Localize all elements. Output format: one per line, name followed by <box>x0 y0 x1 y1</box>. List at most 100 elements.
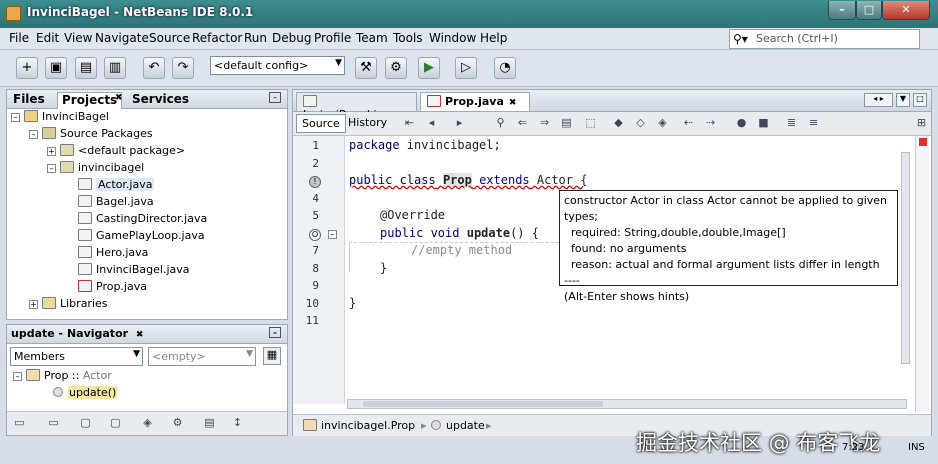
error-icon[interactable]: ! <box>309 176 321 188</box>
fqn-icon[interactable]: ⚙ <box>169 415 186 432</box>
back-icon[interactable]: ◂ <box>423 115 440 132</box>
shift-left-icon[interactable]: ⇠ <box>680 115 697 132</box>
open-project-icon[interactable]: ▤ <box>75 57 97 79</box>
new-project-icon[interactable]: ▣ <box>45 57 67 79</box>
menu-file[interactable]: File <box>6 31 32 45</box>
breadcrumb-class[interactable]: invincibagel.Prop <box>303 419 415 432</box>
navigator-method-item[interactable]: update() <box>53 386 118 403</box>
search-input[interactable]: ⚲▾ Search (Ctrl+I) <box>729 29 920 49</box>
filter-methods-icon[interactable]: ▭ <box>45 415 62 432</box>
tab-services[interactable]: Services <box>128 92 193 109</box>
filter-inherited-icon[interactable]: ◈ <box>139 415 156 432</box>
clean-build-icon[interactable]: ⚙ <box>385 57 407 79</box>
filter-inner-icon[interactable]: ▢ <box>107 415 124 432</box>
minimize-panel-icon[interactable]: – <box>269 327 281 338</box>
stop-macro-icon[interactable]: ■ <box>755 115 772 132</box>
menu-debug[interactable]: Debug <box>269 31 314 45</box>
menu-profile[interactable]: Profile <box>311 31 354 45</box>
previous-bookmark-icon[interactable]: ◆ <box>610 115 627 132</box>
source-tab[interactable]: Source <box>296 114 346 133</box>
save-all-icon[interactable]: ▥ <box>104 57 126 79</box>
build-icon[interactable]: ⚒ <box>355 57 377 79</box>
maximize-editor-icon[interactable]: □ <box>913 93 927 107</box>
shift-right-icon[interactable]: ⇢ <box>702 115 719 132</box>
redo-icon[interactable]: ↷ <box>172 57 194 79</box>
close-icon[interactable]: ✖ <box>115 93 123 103</box>
tree-item-file[interactable]: Prop.java <box>11 280 281 297</box>
scroll-tabs-icon[interactable]: ◂ ▸ <box>864 93 893 107</box>
last-edit-icon[interactable]: ⇤ <box>401 115 418 132</box>
config-dropdown[interactable]: <default config> ▼ <box>210 56 345 75</box>
collapse-icon[interactable]: – <box>11 113 20 122</box>
sort-name-icon[interactable]: ▤ <box>201 415 218 432</box>
uncomment-icon[interactable]: ≡ <box>805 115 822 132</box>
next-bookmark-icon[interactable]: ◇ <box>632 115 649 132</box>
tree-item-libraries[interactable]: + Libraries <box>11 297 281 314</box>
find-next-icon[interactable]: ⇒ <box>536 115 553 132</box>
tree-item-file[interactable]: GamePlayLoop.java <box>11 229 281 246</box>
close-icon[interactable]: ✖ <box>509 98 517 108</box>
scroll-thumb[interactable] <box>363 401 603 407</box>
toggle-rect-select-icon[interactable]: ⬚ <box>582 115 599 132</box>
undo-icon[interactable]: ↶ <box>143 57 165 79</box>
tree-item-file[interactable]: InvinciBagel.java <box>11 263 281 280</box>
tree-item-default-package[interactable]: + <default package> <box>11 144 281 161</box>
menu-tools[interactable]: Tools <box>390 31 426 45</box>
tree-item-file[interactable]: Actor.java <box>11 178 281 195</box>
horizontal-scrollbar[interactable] <box>347 399 907 409</box>
close-button[interactable]: ✕ <box>882 1 930 20</box>
collapse-icon[interactable]: – <box>47 164 56 173</box>
menu-run[interactable]: Run <box>241 31 270 45</box>
tree-item-file[interactable]: Bagel.java <box>11 195 281 212</box>
members-dropdown[interactable]: Members ▼ <box>10 347 143 366</box>
debug-icon[interactable]: ▷ <box>455 57 477 79</box>
navigator-class-item[interactable]: – Prop :: Actor <box>13 369 112 386</box>
tree-item-file[interactable]: CastingDirector.java <box>11 212 281 229</box>
comment-icon[interactable]: ≣ <box>783 115 800 132</box>
profile-icon[interactable]: ◔ <box>494 57 516 79</box>
find-icon[interactable]: ⚲ <box>492 115 509 132</box>
override-icon[interactable]: O <box>309 229 321 241</box>
find-previous-icon[interactable]: ⇐ <box>514 115 531 132</box>
close-icon[interactable]: ✖ <box>136 330 144 340</box>
history-tab[interactable]: History <box>345 116 390 129</box>
filter-fields-icon[interactable]: ▭ <box>11 415 28 432</box>
insert-mode[interactable]: INS <box>908 442 925 453</box>
breadcrumb-method[interactable]: update <box>431 419 485 432</box>
menu-navigate[interactable]: Navigate <box>92 31 152 45</box>
menu-team[interactable]: Team <box>353 31 391 45</box>
tab-files[interactable]: Files <box>9 92 49 109</box>
menu-window[interactable]: Window <box>426 31 479 45</box>
new-file-icon[interactable]: + <box>16 57 38 79</box>
vertical-scrollbar[interactable] <box>901 152 910 364</box>
tree-item-invincibagel-package[interactable]: – invincibagel <box>11 161 281 178</box>
run-icon[interactable]: ▶ <box>418 57 440 79</box>
start-macro-icon[interactable]: ● <box>733 115 750 132</box>
toggle-bookmark-icon[interactable]: ◈ <box>654 115 671 132</box>
expand-icon[interactable]: + <box>47 147 56 156</box>
collapse-icon[interactable]: – <box>13 372 22 381</box>
tree-item-source-packages[interactable]: – Source Packages <box>11 127 281 144</box>
tab-invincibagel-java[interactable]: InvinciBagel.java <box>296 92 417 121</box>
maximize-button[interactable]: □ <box>856 1 882 20</box>
sort-source-icon[interactable]: ↕ <box>229 415 246 432</box>
minimize-panel-icon[interactable]: – <box>269 92 281 103</box>
minimize-button[interactable]: – <box>828 1 856 20</box>
navigator-options-icon[interactable]: ▦ <box>263 347 281 365</box>
collapse-icon[interactable]: – <box>29 130 38 139</box>
menu-help[interactable]: Help <box>477 31 510 45</box>
menu-edit[interactable]: Edit <box>33 31 62 45</box>
error-marker[interactable] <box>919 138 927 146</box>
tab-prop-java[interactable]: Prop.java ✖ <box>420 92 530 111</box>
title-bar[interactable]: InvinciBagel - NetBeans IDE 8.0.1 – □ ✕ <box>0 0 938 28</box>
toggle-highlight-icon[interactable]: ▤ <box>558 115 575 132</box>
tree-item-file[interactable]: Hero.java <box>11 246 281 263</box>
forward-icon[interactable]: ▸ <box>451 115 468 132</box>
filter-dropdown[interactable]: <empty> ▼ <box>148 347 256 366</box>
split-editor-icon[interactable]: ⊞ <box>913 115 930 132</box>
tree-item-project[interactable]: – InvinciBagel <box>11 110 281 127</box>
menu-view[interactable]: View <box>61 31 95 45</box>
menu-refactor[interactable]: Refactor <box>189 31 245 45</box>
fold-icon[interactable]: – <box>328 230 337 239</box>
menu-source[interactable]: Source <box>146 31 193 45</box>
